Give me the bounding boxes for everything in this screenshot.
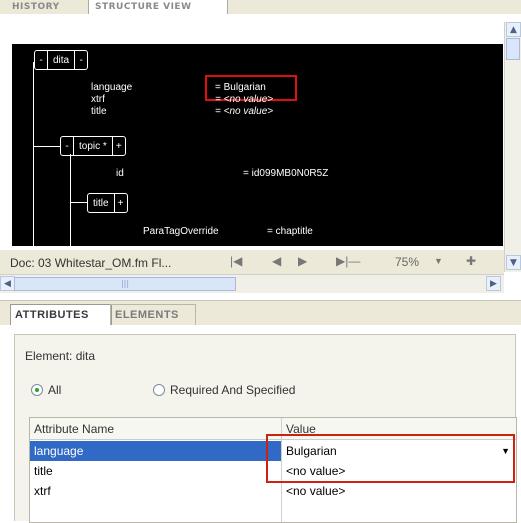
element-label: Element: dita [25,349,96,363]
scrollbar-thumb[interactable] [506,38,520,60]
radio-required-and-specified[interactable]: Required And Specified [153,383,295,397]
scroll-down-icon[interactable]: ▼ [506,255,521,270]
radio-label: Required And Specified [170,383,296,397]
node-dita[interactable]: - dita - [34,50,89,70]
scroll-right-icon[interactable]: ▶ [486,276,501,291]
attr-name: language [91,82,133,93]
attributes-panel: Element: dita All Required And Specified… [14,334,517,523]
tab-structure-view[interactable]: STRUCTURE VIEW [88,0,228,15]
radio-all[interactable]: All [31,383,61,397]
horizontal-scrollbar[interactable]: ◀ ||| ▶ [0,274,504,293]
tree-line [70,202,87,203]
tab-history[interactable]: HISTORY [0,0,91,14]
tree-line [33,146,60,147]
previous-icon[interactable]: ◀ [272,254,281,268]
collapse-attributes-button[interactable]: - [74,51,87,69]
collapse-button[interactable]: - [61,137,74,155]
attr-value[interactable]: = chaptitle [267,226,313,237]
top-tab-strip: HISTORY STRUCTURE VIEW [0,0,521,15]
attr-name: ParaTagOverride [143,226,219,237]
tab-elements[interactable]: ELEMENTS [110,304,196,325]
document-name: Doc: 03 Whitestar_OM.fm Fl... [10,256,172,270]
radio-unselected-icon[interactable] [153,384,165,396]
column-header-name[interactable]: Attribute Name [30,418,281,440]
structure-canvas[interactable]: - dita - language = Bulgarian xtrf = <no… [12,44,503,246]
attr-name: title [91,106,107,117]
tree-line [70,154,71,246]
node-label: topic * [79,140,107,152]
scrollbar-thumb[interactable]: ||| [14,277,236,291]
radio-selected-icon[interactable] [31,384,43,396]
attr-value[interactable]: = id099MB0N0R5Z [243,168,328,179]
add-icon[interactable]: ✚ [466,254,476,268]
first-page-icon[interactable]: |◀ [230,254,242,268]
last-page-icon[interactable]: ▶|— [336,254,360,268]
scroll-up-icon[interactable]: ▲ [506,22,521,37]
expand-attributes-button[interactable]: + [111,137,125,155]
value-highlight-box [266,434,515,483]
zoom-dropdown-icon[interactable]: ▼ [434,256,443,266]
table-row[interactable]: xtrf <no value> [30,481,516,501]
tree-line [33,62,34,246]
attr-name: xtrf [91,94,105,105]
radio-label: All [48,383,62,397]
node-topic[interactable]: - topic * + [60,136,126,156]
vertical-scrollbar[interactable]: ▲ ▼ [504,22,521,272]
attr-value[interactable]: = <no value> [215,94,273,105]
node-title[interactable]: title + [87,193,128,213]
navigation-bar: Doc: 03 Whitestar_OM.fm Fl... |◀ ◀ ▶ ▶|—… [0,250,504,274]
scroll-left-icon[interactable]: ◀ [0,276,15,291]
expand-attributes-button[interactable]: + [113,194,127,212]
attribute-name: language [34,444,84,458]
node-label: dita [53,54,70,66]
attribute-name: title [34,464,53,478]
attribute-value[interactable]: <no value> [282,481,345,501]
collapse-button[interactable]: - [35,51,48,69]
tab-attributes[interactable]: ATTRIBUTES [10,304,112,325]
next-icon[interactable]: ▶ [298,254,307,268]
zoom-level[interactable]: 75% [395,255,419,269]
node-label: title [93,197,109,209]
attr-value[interactable]: = <no value> [215,106,273,117]
bottom-tab-strip: ATTRIBUTES ELEMENTS [0,300,521,325]
attr-name: id [116,168,124,179]
attribute-name: xtrf [34,484,51,498]
